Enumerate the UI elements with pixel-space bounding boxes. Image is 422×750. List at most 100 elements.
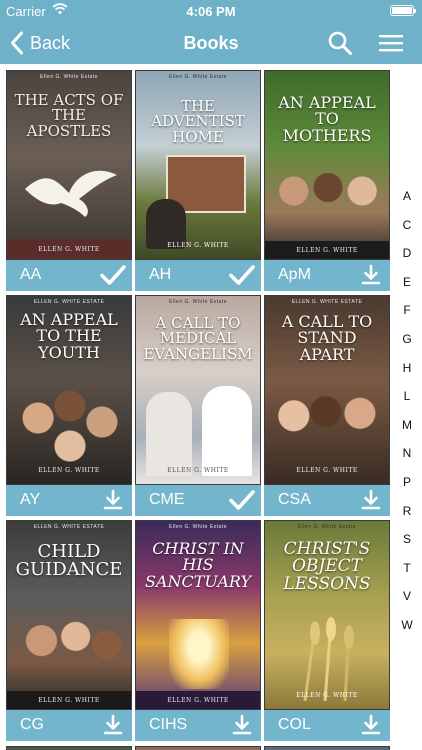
- index-letter-l[interactable]: L: [395, 382, 419, 411]
- book-cover[interactable]: ELLEN G. WHITE ESTATE CHILD GUIDANCE ELL…: [6, 520, 132, 710]
- family-illustration: [13, 607, 127, 691]
- index-letter-n[interactable]: N: [395, 439, 419, 468]
- nurse-illustration: [202, 386, 252, 476]
- book-caption: CG: [6, 710, 132, 741]
- cover-publisher: ELLEN G. WHITE ESTATE: [33, 299, 105, 305]
- book-code: AH: [149, 266, 172, 283]
- index-letter-w[interactable]: W: [395, 611, 419, 640]
- index-letter-g[interactable]: G: [395, 325, 419, 354]
- book-caption: AA: [6, 260, 132, 291]
- dove-illustration: [25, 170, 117, 217]
- book-code: ApM: [278, 266, 311, 283]
- book-code: CG: [20, 716, 44, 733]
- chevron-left-icon: [11, 31, 23, 55]
- book-cover[interactable]: Ellen G. White Estate CHRIST'S OBJECT LE…: [264, 520, 390, 710]
- cover-title: AN APPEAL TO THE YOUTH: [20, 310, 118, 362]
- cover-author: ELLEN G. WHITE: [38, 246, 100, 253]
- nav-bar: Back Books: [0, 22, 422, 64]
- download-icon[interactable]: [100, 713, 126, 737]
- book-code: AA: [20, 266, 42, 283]
- cover-publisher: Ellen G. White Estate: [168, 74, 228, 80]
- index-letter-s[interactable]: S: [395, 525, 419, 554]
- top-bar: Carrier 4:06 PM Back Books: [0, 0, 422, 64]
- download-icon[interactable]: [100, 488, 126, 512]
- friends-illustration: [271, 378, 385, 462]
- book-tile[interactable]: Ellen G. White Estate A CALL TO MEDICAL …: [135, 295, 261, 516]
- index-letter-e[interactable]: E: [395, 268, 419, 297]
- book-tile[interactable]: ELLEN G. WHITE ESTATE AN APPEAL TO THE Y…: [6, 295, 132, 516]
- cover-author: ELLEN G. WHITE: [38, 697, 100, 704]
- index-letter-m[interactable]: M: [395, 411, 419, 440]
- book-tile[interactable]: ELLEN G. WHITE ESTATE A CALL TO STAND AP…: [264, 295, 390, 516]
- book-cover[interactable]: AN APPEAL TO MOTHERS ELLEN G. WHITE: [264, 70, 390, 260]
- sanctuary-light-illustration: [169, 619, 229, 689]
- book-tile[interactable]: AN APPEAL TO MOTHERS ELLEN G. WHITE ApM: [264, 70, 390, 291]
- checkmark-icon: [229, 265, 255, 285]
- cover-publisher: ELLEN G. WHITE ESTATE: [33, 524, 105, 530]
- cover-title: THE ADVENTIST HOME: [151, 97, 245, 146]
- status-time: 4:06 PM: [186, 4, 236, 19]
- cover-author: ELLEN G. WHITE: [296, 247, 358, 254]
- cover-title: CHILD GUIDANCE: [15, 541, 123, 581]
- search-icon[interactable]: [327, 30, 353, 56]
- download-icon[interactable]: [358, 263, 384, 287]
- youth-illustration: [13, 382, 127, 462]
- index-letter-h[interactable]: H: [395, 354, 419, 383]
- download-icon[interactable]: [358, 488, 384, 512]
- battery-icon: [390, 5, 416, 16]
- book-caption: CSA: [264, 485, 390, 516]
- book-tile[interactable]: Ellen G. White Estate CHRIST'S OBJECT LE…: [264, 520, 390, 741]
- index-letter-d[interactable]: D: [395, 239, 419, 268]
- checkmark-icon: [229, 490, 255, 510]
- download-icon[interactable]: [229, 713, 255, 737]
- book-cover-partial[interactable]: [135, 746, 261, 750]
- book-tile[interactable]: Ellen G. White Estate THE ACTS OF THE AP…: [6, 70, 132, 291]
- cover-author: ELLEN G. WHITE: [296, 467, 358, 474]
- index-letter-c[interactable]: C: [395, 211, 419, 240]
- cover-author: ELLEN G. WHITE: [167, 242, 229, 249]
- index-letter-t[interactable]: T: [395, 554, 419, 583]
- checkmark-icon: [100, 265, 126, 285]
- cover-author: ELLEN G. WHITE: [38, 467, 100, 474]
- hamburger-menu-icon[interactable]: [378, 31, 404, 55]
- cover-publisher: Ellen G. White Estate: [168, 299, 228, 305]
- book-cover[interactable]: Ellen G. White Estate A CALL TO MEDICAL …: [135, 295, 261, 485]
- book-cover[interactable]: Ellen G. White Estate THE ACTS OF THE AP…: [6, 70, 132, 260]
- download-icon[interactable]: [358, 713, 384, 737]
- book-tile[interactable]: Ellen G. White Estate THE ADVENTIST HOME…: [135, 70, 261, 291]
- women-illustration: [271, 163, 385, 233]
- book-code: CME: [149, 491, 185, 508]
- index-letter-a[interactable]: A: [395, 182, 419, 211]
- index-letter-v[interactable]: V: [395, 582, 419, 611]
- book-cover[interactable]: Ellen G. White Estate THE ADVENTIST HOME…: [135, 70, 261, 260]
- book-cover-partial[interactable]: [264, 746, 390, 750]
- cover-title: AN APPEAL TO MOTHERS: [278, 93, 376, 145]
- book-caption: AH: [135, 260, 261, 291]
- cover-title: A CALL TO MEDICAL EVANGELISM: [143, 314, 253, 363]
- patient-illustration: [146, 392, 192, 476]
- book-code: CSA: [278, 491, 311, 508]
- wheat-illustration: [303, 617, 354, 701]
- cover-author: ELLEN G. WHITE: [296, 692, 358, 699]
- back-button[interactable]: Back: [10, 30, 70, 56]
- book-cover[interactable]: ELLEN G. WHITE ESTATE AN APPEAL TO THE Y…: [6, 295, 132, 485]
- book-tile[interactable]: Ellen G. White Estate CHRIST IN HIS SANC…: [135, 520, 261, 741]
- books-grid: Ellen G. White Estate THE ACTS OF THE AP…: [0, 64, 392, 750]
- cover-author: ELLEN G. WHITE: [167, 697, 229, 704]
- book-code: COL: [278, 716, 311, 733]
- book-tile[interactable]: ELLEN G. WHITE ESTATE CHILD GUIDANCE ELL…: [6, 520, 132, 741]
- alphabet-index[interactable]: A C D E F G H L M N P R S T V W: [395, 182, 419, 640]
- book-caption: CIHS: [135, 710, 261, 741]
- cover-publisher: Ellen G. White Estate: [297, 524, 357, 530]
- book-cover[interactable]: Ellen G. White Estate CHRIST IN HIS SANC…: [135, 520, 261, 710]
- cover-title: CHRIST IN HIS SANCTUARY: [144, 539, 252, 591]
- book-cover[interactable]: ELLEN G. WHITE ESTATE A CALL TO STAND AP…: [264, 295, 390, 485]
- index-letter-r[interactable]: R: [395, 497, 419, 526]
- index-letter-p[interactable]: P: [395, 468, 419, 497]
- book-cover-partial[interactable]: [6, 746, 132, 750]
- index-letter-f[interactable]: F: [395, 296, 419, 325]
- cover-publisher: Ellen G. White Estate: [39, 74, 99, 80]
- book-code: CIHS: [149, 716, 188, 733]
- cover-title: A CALL TO STAND APART: [281, 312, 373, 364]
- cover-publisher: ELLEN G. WHITE ESTATE: [291, 299, 363, 305]
